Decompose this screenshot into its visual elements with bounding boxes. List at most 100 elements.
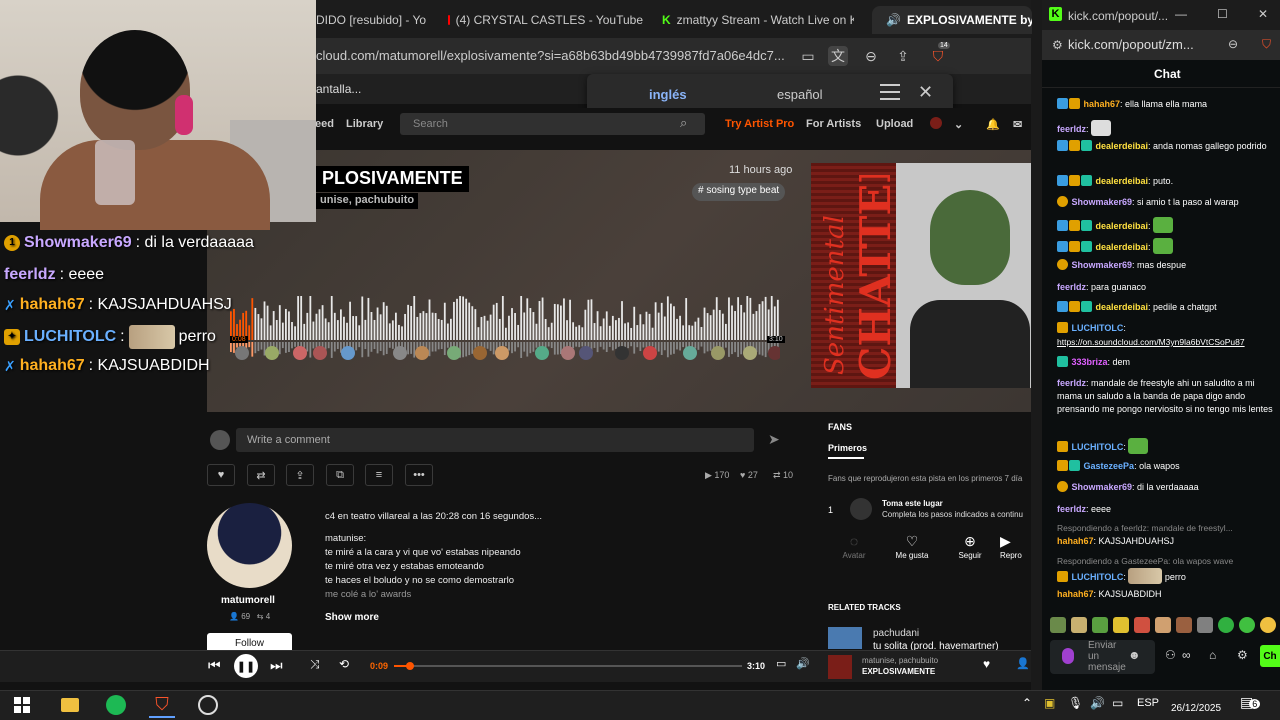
comment-avatar-marker[interactable] xyxy=(293,346,307,360)
glasses-icon[interactable]: ∞ xyxy=(1182,648,1191,662)
tray-expand-icon[interactable]: ⌃ xyxy=(1022,696,1032,710)
share-button[interactable]: ⇪ xyxy=(286,464,314,486)
add-to-playlist-button[interactable]: ≡ xyxy=(365,464,393,486)
chat-username[interactable]: dealerdeibai xyxy=(1096,221,1149,231)
artist-name[interactable]: matumorell xyxy=(221,595,275,606)
fans-tab-primeros[interactable]: Primeros xyxy=(828,443,867,453)
tray-app-icon[interactable]: ▣ xyxy=(1044,696,1055,710)
comment-avatar-marker[interactable] xyxy=(579,346,593,360)
maximize-icon[interactable]: ☐ xyxy=(1217,7,1228,21)
nav-for-artists[interactable]: For Artists xyxy=(806,118,861,130)
comment-avatar-marker[interactable] xyxy=(235,346,249,360)
comment-avatar-marker[interactable] xyxy=(643,346,657,360)
repeat-button[interactable]: ⟲ xyxy=(339,657,349,671)
translate-target-lang[interactable]: español xyxy=(777,87,823,102)
chat-username[interactable]: dealerdeibai xyxy=(1096,141,1149,151)
share-icon[interactable]: ⇪ xyxy=(893,46,913,66)
shuffle-button[interactable]: ⤨ xyxy=(310,657,320,672)
track-artists[interactable]: unise, pachubuito xyxy=(316,193,419,209)
notifications-bell-icon[interactable]: 🔔 xyxy=(986,118,1000,131)
volume-tray-icon[interactable]: 🔊 xyxy=(1090,696,1105,710)
tab-zmattyy-stream[interactable]: K zmattyy Stream - Watch Live on K xyxy=(662,6,854,34)
network-icon[interactable]: ▭ xyxy=(1112,696,1123,710)
site-settings-icon[interactable]: ⚙ xyxy=(1052,38,1063,52)
close-icon[interactable]: ✕ xyxy=(1258,7,1268,21)
pause-button[interactable]: ❚❚ xyxy=(234,654,258,678)
tab-crystal-castles[interactable]: (4) CRYSTAL CASTLES - YouTube xyxy=(448,6,643,34)
next-button[interactable]: ⏭ xyxy=(270,657,283,674)
spotify-icon[interactable] xyxy=(103,692,129,718)
store-icon[interactable]: ⌂ xyxy=(1209,648,1216,662)
chat-username[interactable]: feerldz xyxy=(1057,124,1086,134)
comment-avatar-marker[interactable] xyxy=(683,346,697,360)
chat-send-button[interactable]: Ch xyxy=(1260,645,1280,667)
comment-avatar-marker[interactable] xyxy=(768,346,780,360)
emote-button[interactable] xyxy=(1050,617,1066,633)
emote-button[interactable] xyxy=(1155,617,1171,633)
zoom-icon[interactable]: ⊖ xyxy=(1228,37,1238,51)
chat-username[interactable]: feerldz xyxy=(1057,378,1086,388)
reply-context[interactable]: Respondiendo a GastezeePa: ola wapos wav… xyxy=(1057,556,1233,566)
comment-avatar-marker[interactable] xyxy=(447,346,461,360)
cast-icon[interactable]: ▭ xyxy=(776,657,786,670)
follow-user-icon[interactable]: 👤 xyxy=(1016,657,1030,670)
comment-avatar-marker[interactable] xyxy=(615,346,629,360)
waveform[interactable] xyxy=(230,296,780,366)
clock-date[interactable]: 26/12/2025 xyxy=(1171,703,1221,714)
track-tag[interactable]: # sosing type beat xyxy=(692,183,786,201)
obs-icon[interactable] xyxy=(195,692,221,718)
player-track-thumbnail[interactable] xyxy=(828,655,852,679)
send-icon[interactable]: ➤ xyxy=(768,431,780,448)
comment-avatar-marker[interactable] xyxy=(535,346,549,360)
emote-button[interactable] xyxy=(1239,617,1255,633)
chat-username[interactable]: hahah67 xyxy=(1057,536,1094,546)
chat-username[interactable]: feerldz xyxy=(1057,504,1086,514)
comment-avatar-marker[interactable] xyxy=(313,346,327,360)
copy-link-button[interactable]: ⧉ xyxy=(326,464,354,486)
translate-source-lang[interactable]: inglés xyxy=(649,87,687,102)
emote-button[interactable] xyxy=(1092,617,1108,633)
show-more-link[interactable]: Show more xyxy=(325,612,379,623)
volume-icon[interactable]: 🔊 xyxy=(796,657,810,670)
cast-icon[interactable]: ▭ xyxy=(798,46,818,66)
chat-username[interactable]: LUCHITOLC xyxy=(1072,323,1124,333)
hamburger-menu-icon[interactable] xyxy=(880,84,900,102)
emote-button[interactable] xyxy=(1218,617,1234,633)
chat-link[interactable]: https://on.soundcloud.com/M3yn9la6bVtCSo… xyxy=(1057,336,1277,349)
chat-username[interactable]: LUCHITOLC xyxy=(1072,442,1124,452)
progress-track[interactable] xyxy=(394,665,742,667)
fan-action-like[interactable]: ♡ Me gusta xyxy=(884,533,940,569)
chat-username[interactable]: Showmaker69 xyxy=(1072,482,1133,492)
input-language[interactable]: ESP xyxy=(1137,697,1159,709)
kick-address[interactable]: kick.com/popout/zm... xyxy=(1068,37,1194,52)
bookmark-item[interactable]: antalla... xyxy=(316,82,361,96)
more-button[interactable]: ••• xyxy=(405,464,433,486)
comment-avatar-marker[interactable] xyxy=(561,346,575,360)
emoji-picker-icon[interactable]: ☻ xyxy=(1128,648,1141,662)
artist-avatar[interactable] xyxy=(207,503,292,588)
comment-avatar-marker[interactable] xyxy=(743,346,757,360)
reply-context[interactable]: Respondiendo a feerldz: mandale de frees… xyxy=(1057,523,1233,533)
previous-button[interactable]: ⏮ xyxy=(208,657,221,674)
zoom-icon[interactable]: ⊖ xyxy=(861,46,881,66)
chat-username[interactable]: Showmaker69 xyxy=(1072,260,1133,270)
notification-center-icon[interactable]: ▤6 xyxy=(1240,694,1261,711)
file-explorer-icon[interactable] xyxy=(57,692,83,718)
search-icon[interactable]: ⌕ xyxy=(680,115,687,131)
address-bar[interactable]: cloud.com/matumorell/explosivamente?si=a… xyxy=(316,48,785,63)
nav-try-artist-pro[interactable]: Try Artist Pro xyxy=(725,118,794,130)
chat-username[interactable]: feerldz xyxy=(1057,282,1086,292)
fan-action-play[interactable]: ▶ Repro xyxy=(1000,533,1031,569)
like-button[interactable]: ♥ xyxy=(207,464,235,486)
player-title[interactable]: EXPLOSIVAMENTE xyxy=(862,667,935,676)
emote-button[interactable] xyxy=(1176,617,1192,633)
emote-button[interactable] xyxy=(1134,617,1150,633)
emote-button[interactable] xyxy=(1113,617,1129,633)
minimize-icon[interactable]: — xyxy=(1175,7,1187,21)
microphone-tray-icon[interactable]: 🎙 xyxy=(1068,696,1083,710)
comment-avatar-marker[interactable] xyxy=(341,346,355,360)
tab-dido[interactable]: DIDO [resubido] - Yo xyxy=(316,6,436,34)
comment-avatar-marker[interactable] xyxy=(393,346,407,360)
fan-action-avatar[interactable]: ◌ Avatar xyxy=(826,533,882,569)
chat-username[interactable]: LUCHITOLC xyxy=(1072,572,1124,582)
